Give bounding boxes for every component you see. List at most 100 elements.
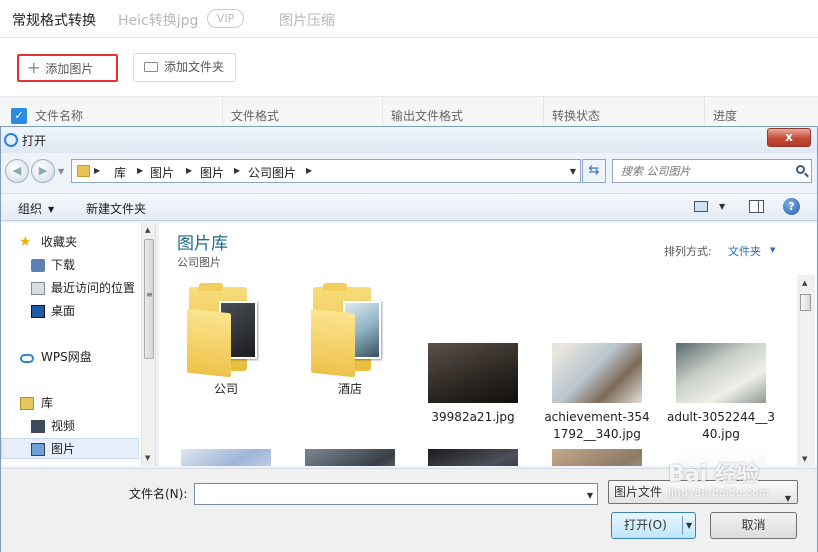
folder-icon	[144, 62, 158, 72]
arrange-label: 排列方式:	[664, 245, 712, 258]
address-dropdown-icon[interactable]: ▼	[570, 167, 576, 176]
search-input[interactable]	[621, 161, 791, 181]
breadcrumb-arrow-icon[interactable]: ▶	[137, 166, 143, 175]
nav-item-desktop[interactable]: 桌面	[1, 301, 139, 322]
baidu-jingyan-watermark: Bai 经验 jingyan.baidu.com	[668, 456, 770, 499]
tab-format-convert[interactable]: 常规格式转换	[12, 10, 96, 30]
image-thumbnail	[552, 343, 642, 403]
open-button-label: 打开(O)	[624, 518, 667, 532]
col-progress[interactable]: 进度	[704, 97, 737, 127]
filename-combobox[interactable]: ▼	[194, 483, 598, 505]
col-convert-status[interactable]: 转换状态	[543, 97, 600, 127]
nav-item-label: 最近访问的位置	[51, 281, 136, 295]
breadcrumb-arrow-icon[interactable]: ▶	[306, 166, 312, 175]
file-item-image[interactable]	[418, 449, 528, 466]
breadcrumb-library[interactable]: 库	[114, 164, 126, 181]
app-refresh-icon	[4, 133, 18, 147]
nav-item-recent[interactable]: 最近访问的位置	[1, 278, 139, 299]
nav-item-label: 收藏夹	[41, 235, 78, 249]
tab-image-compress[interactable]: 图片压缩	[279, 10, 335, 30]
image-thumbnail	[428, 343, 518, 403]
history-dropdown-icon[interactable]: ▼	[58, 167, 64, 176]
organize-menu[interactable]: 组织 ▼	[18, 200, 54, 217]
nav-item-pictures[interactable]: 图片	[1, 438, 139, 459]
file-table-header: ✓ 文件名称 文件格式 输出文件格式 转换状态 进度	[0, 96, 818, 127]
file-item-label: 39982a21.jpg	[431, 410, 515, 424]
folder-icon	[77, 165, 90, 177]
content-scrollbar[interactable]: ▲ ▼	[797, 275, 815, 466]
nav-item-downloads[interactable]: 下载	[1, 255, 139, 276]
search-box[interactable]	[612, 159, 812, 183]
image-thumbnail	[552, 449, 642, 466]
scroll-down-icon[interactable]: ▼	[145, 454, 150, 462]
tab-heic-to-jpg[interactable]: Heic转换jpg	[118, 10, 198, 30]
breadcrumb-company-pictures[interactable]: 公司图片	[248, 164, 296, 181]
close-button[interactable]: x	[767, 128, 811, 147]
back-button[interactable]: ◀	[5, 159, 29, 183]
nav-item-library[interactable]: 库	[1, 393, 139, 414]
add-image-button[interactable]: + 添加图片	[17, 54, 118, 82]
select-all-checkbox[interactable]: ✓	[11, 108, 27, 124]
library-icon	[20, 397, 34, 410]
filename-input[interactable]	[198, 485, 578, 503]
preview-pane-icon[interactable]	[749, 200, 764, 213]
nav-item-wps-cloud[interactable]: WPS网盘	[1, 347, 139, 368]
scroll-down-icon[interactable]: ▼	[802, 455, 807, 463]
breadcrumb-arrow-icon[interactable]: ▶	[94, 166, 100, 175]
file-item-label: 酒店	[337, 382, 362, 396]
col-file-format[interactable]: 文件格式	[222, 97, 279, 127]
chevron-down-icon[interactable]: ▼	[770, 246, 775, 254]
address-bar[interactable]: ▶ 库 ▶ 图片 ▶ 图片 ▶ 公司图片 ▶ ▼	[71, 159, 581, 183]
scroll-up-icon[interactable]: ▲	[145, 226, 150, 234]
address-row: ◀ ▶ ▼ ▶ 库 ▶ 图片 ▶ 图片 ▶ 公司图片 ▶ ▼ ⇆	[1, 155, 817, 189]
file-item-folder[interactable]: 酒店	[295, 283, 405, 445]
refresh-button[interactable]: ⇆	[582, 159, 606, 183]
chevron-down-icon: ▼	[784, 494, 791, 503]
view-mode-icon[interactable]	[694, 201, 708, 212]
nav-item-label: 库	[41, 396, 54, 410]
col-output-format[interactable]: 输出文件格式	[382, 97, 463, 127]
nav-item-label: 视频	[51, 419, 76, 433]
forward-button[interactable]: ▶	[31, 159, 55, 183]
col-filename[interactable]: 文件名称	[27, 97, 83, 127]
help-icon[interactable]: ?	[783, 198, 800, 215]
filename-label: 文件名(N):	[129, 487, 188, 501]
file-item-folder[interactable]: 公司	[171, 283, 281, 445]
chevron-down-icon[interactable]: ▼	[587, 491, 593, 500]
dialog-titlebar[interactable]: 打开 x	[1, 127, 817, 153]
add-folder-button[interactable]: 添加文件夹	[133, 53, 236, 82]
breadcrumb-pictures[interactable]: 图片	[150, 164, 174, 181]
screen: 常规格式转换 Heic转换jpg VIP 图片压缩 + 添加图片 添加文件夹 ✓ …	[0, 0, 818, 552]
split-divider	[682, 516, 683, 535]
file-item-image[interactable]	[171, 449, 281, 466]
scroll-up-icon[interactable]: ▲	[802, 279, 807, 287]
arrange-by-dropdown[interactable]: 文件夹	[728, 243, 761, 259]
nav-item-label: 下载	[51, 258, 76, 272]
file-item-label: 公司	[213, 382, 238, 396]
add-folder-label: 添加文件夹	[164, 60, 225, 74]
view-dropdown-icon[interactable]: ▼	[719, 202, 725, 211]
folder-tab	[323, 283, 347, 291]
nav-item-favorites[interactable]: ★ 收藏夹	[1, 232, 139, 253]
picture-icon	[31, 443, 45, 456]
nav-scroll-thumb[interactable]: ≡	[144, 239, 154, 359]
chevron-down-icon[interactable]: ▼	[686, 513, 692, 538]
file-item-image[interactable]	[295, 449, 405, 466]
folder-icon	[311, 283, 381, 378]
open-button[interactable]: 打开(O) ▼	[611, 512, 696, 539]
add-image-label: 添加图片	[45, 62, 94, 76]
file-item-image[interactable]	[542, 449, 652, 466]
file-view: 图片库 公司图片 排列方式: 文件夹 ▼ 公司 酒店 39982a21.jpg …	[159, 223, 817, 466]
new-folder-button[interactable]: 新建文件夹	[86, 200, 146, 217]
plus-icon: +	[27, 58, 41, 77]
cancel-button[interactable]: 取消	[710, 512, 797, 539]
app-tab-bar: 常规格式转换 Heic转换jpg VIP 图片压缩	[0, 0, 818, 38]
search-icon[interactable]	[796, 165, 805, 174]
nav-item-videos[interactable]: 视频	[1, 416, 139, 437]
nav-scrollbar[interactable]: ▲ ≡ ▼	[141, 223, 155, 466]
content-scroll-thumb[interactable]	[800, 294, 811, 311]
breadcrumb-arrow-icon[interactable]: ▶	[186, 166, 192, 175]
breadcrumb-pictures-2[interactable]: 图片	[200, 164, 224, 181]
image-thumbnail	[305, 449, 395, 466]
breadcrumb-arrow-icon[interactable]: ▶	[234, 166, 240, 175]
